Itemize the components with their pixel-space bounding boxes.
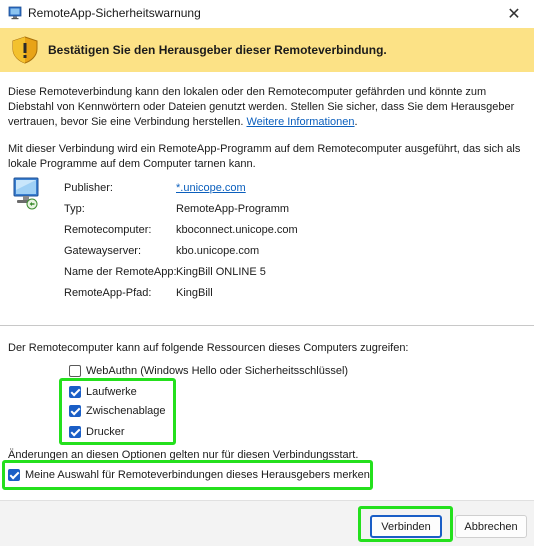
- options-note: Änderungen an diesen Optionen gelten nur…: [8, 449, 359, 461]
- remoteapp-path-value: KingBill: [176, 287, 213, 299]
- dialog-footer: Verbinden Abbrechen: [0, 500, 534, 546]
- publisher-link[interactable]: *.unicope.com: [176, 182, 246, 194]
- title-bar: RemoteApp-Sicherheitswarnung ✕: [0, 0, 534, 28]
- webauthn-checkbox[interactable]: [69, 365, 81, 377]
- clipboard-label: Zwischenablage: [86, 405, 166, 417]
- notice-line-2: lokale Programme auf dem Computer tarnen…: [8, 158, 256, 170]
- intro-line-3-text: vertrauen, bevor Sie eine Verbindung her…: [8, 116, 244, 128]
- remoteapp-name-label: Name der RemoteApp:: [64, 266, 177, 278]
- clipboard-checkbox[interactable]: [69, 405, 81, 417]
- cancel-button[interactable]: Abbrechen: [455, 515, 527, 538]
- clipboard-checkbox-row[interactable]: Zwischenablage: [69, 403, 166, 419]
- remoteapp-path-label: RemoteApp-Pfad:: [64, 287, 152, 299]
- banner-title: Bestätigen Sie den Herausgeber dieser Re…: [48, 43, 387, 57]
- remote-computer-label: Remotecomputer:: [64, 224, 152, 236]
- intro-line-1: Diese Remoteverbindung kann den lokalen …: [8, 86, 487, 98]
- printer-checkbox[interactable]: [69, 426, 81, 438]
- remember-checkbox[interactable]: [8, 469, 20, 481]
- close-button[interactable]: ✕: [494, 0, 534, 28]
- remember-label: Meine Auswahl für Remoteverbindungen die…: [25, 469, 370, 481]
- intro-line-3-suffix: .: [354, 116, 358, 128]
- webauthn-checkbox-row[interactable]: WebAuthn (Windows Hello oder Sicherheits…: [69, 363, 348, 379]
- notice-line-1: Mit dieser Verbindung wird ein RemoteApp…: [8, 143, 521, 155]
- remember-checkbox-row[interactable]: Meine Auswahl für Remoteverbindungen die…: [8, 467, 370, 483]
- intro-line-3: vertrauen, bevor Sie eine Verbindung her…: [8, 115, 526, 130]
- shield-warning-icon: [12, 36, 38, 64]
- printer-checkbox-row[interactable]: Drucker: [69, 424, 125, 440]
- remoteapp-warning-dialog: RemoteApp-Sicherheitswarnung ✕ Bestätige…: [0, 0, 534, 546]
- window-title: RemoteApp-Sicherheitswarnung: [28, 6, 201, 20]
- resources-heading: Der Remotecomputer kann auf folgende Res…: [8, 342, 409, 354]
- warning-banner: Bestätigen Sie den Herausgeber dieser Re…: [0, 28, 534, 72]
- more-info-link[interactable]: Weitere Informationen: [247, 116, 355, 128]
- drives-checkbox[interactable]: [69, 386, 81, 398]
- printer-label: Drucker: [86, 426, 125, 438]
- connect-button[interactable]: Verbinden: [370, 515, 442, 538]
- intro-line-2: Diebstahl von Kennwörtern oder Dateien g…: [8, 101, 515, 113]
- gateway-server-value: kbo.unicope.com: [176, 245, 260, 257]
- remote-desktop-icon: [8, 6, 22, 20]
- close-icon: ✕: [507, 6, 521, 23]
- drives-label: Laufwerke: [86, 386, 137, 398]
- drives-checkbox-row[interactable]: Laufwerke: [69, 384, 137, 400]
- remote-computer-icon: [13, 177, 39, 210]
- publisher-label: Publisher:: [64, 182, 113, 194]
- webauthn-label: WebAuthn (Windows Hello oder Sicherheits…: [86, 365, 349, 377]
- remote-computer-value: kboconnect.unicope.com: [176, 224, 298, 236]
- type-label: Typ:: [64, 203, 85, 215]
- section-divider: [0, 325, 534, 326]
- gateway-server-label: Gatewayserver:: [64, 245, 142, 257]
- remoteapp-name-value: KingBill ONLINE 5: [176, 266, 266, 278]
- type-value: RemoteApp-Programm: [176, 203, 290, 215]
